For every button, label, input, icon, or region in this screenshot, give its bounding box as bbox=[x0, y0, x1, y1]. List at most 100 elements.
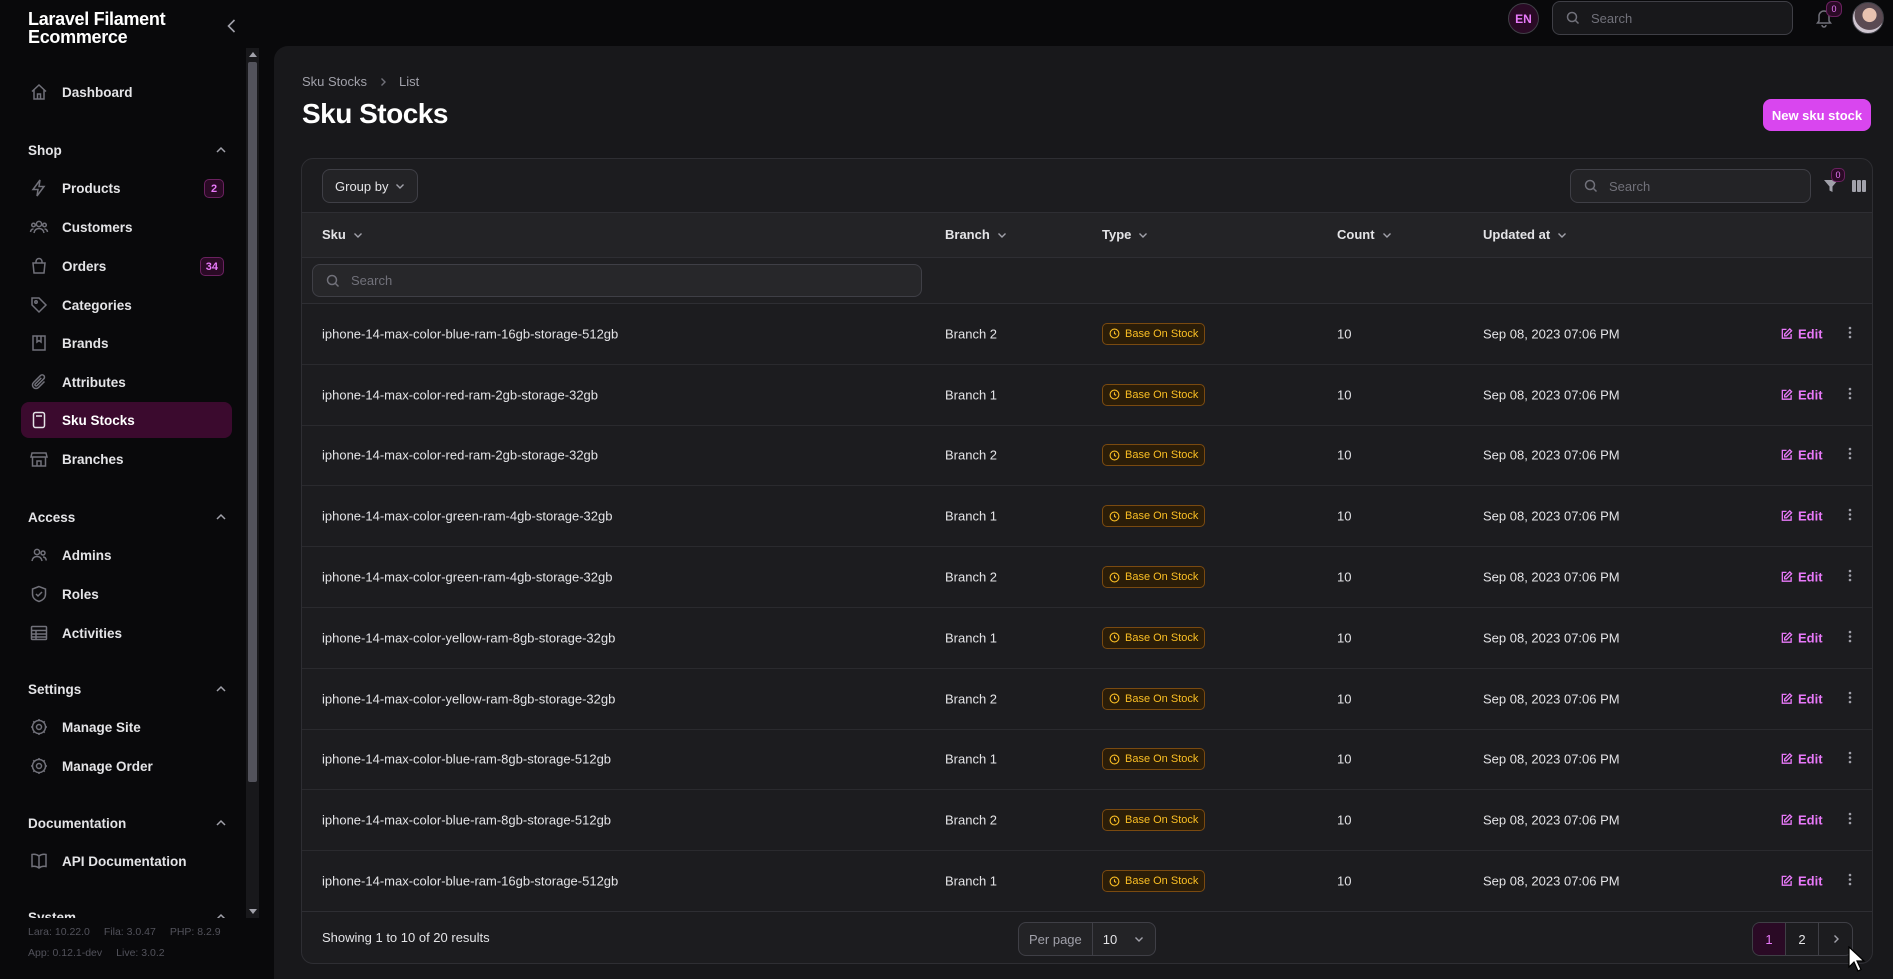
edit-label: Edit bbox=[1798, 508, 1823, 524]
edit-action[interactable]: Edit bbox=[1780, 448, 1823, 463]
nav-group-documentation[interactable]: Documentation bbox=[28, 816, 228, 831]
edit-link[interactable]: Edit bbox=[1780, 387, 1823, 402]
table-row[interactable]: iphone-14-max-color-yellow-ram-8gb-stora… bbox=[302, 608, 1872, 669]
edit-action[interactable]: Edit bbox=[1780, 509, 1823, 524]
per-page-select[interactable]: Per page 10 bbox=[1018, 922, 1156, 956]
language-switcher[interactable]: EN bbox=[1508, 3, 1539, 34]
breadcrumb-item-sku-stocks[interactable]: Sku Stocks bbox=[302, 74, 367, 89]
cell-branch: Branch 1 bbox=[945, 751, 998, 767]
table-row[interactable]: iphone-14-max-color-yellow-ram-8gb-stora… bbox=[302, 669, 1872, 730]
per-page-value[interactable]: 10 bbox=[1093, 932, 1155, 947]
edit-label: Edit bbox=[1798, 387, 1823, 403]
table-row[interactable]: iphone-14-max-color-red-ram-2gb-storage-… bbox=[302, 426, 1872, 487]
table-body: iphone-14-max-color-blue-ram-16gb-storag… bbox=[302, 304, 1872, 912]
edit-link[interactable]: Edit bbox=[1780, 874, 1823, 889]
scrollbar-thumb[interactable] bbox=[248, 62, 257, 782]
user-avatar[interactable] bbox=[1852, 2, 1884, 34]
chevron-down-icon bbox=[1134, 937, 1143, 942]
table-row[interactable]: iphone-14-max-color-blue-ram-8gb-storage… bbox=[302, 730, 1872, 791]
sidebar-item-categories[interactable]: Categories bbox=[21, 287, 232, 323]
edit-link[interactable]: Edit bbox=[1780, 326, 1823, 341]
sidebar-item-brands[interactable]: Brands bbox=[21, 325, 232, 361]
sidebar-item-branches[interactable]: Branches bbox=[21, 441, 232, 477]
cell-sku: iphone-14-max-color-red-ram-2gb-storage-… bbox=[322, 387, 599, 403]
sidebar-item-activities[interactable]: Activities bbox=[21, 615, 232, 651]
table-search[interactable] bbox=[1570, 169, 1811, 203]
edit-action[interactable]: Edit bbox=[1780, 326, 1823, 341]
table-header: Sku Branch Type Count Updated at bbox=[302, 213, 1872, 258]
table-row[interactable]: iphone-14-max-color-blue-ram-16gb-storag… bbox=[302, 304, 1872, 365]
nav-group-shop[interactable]: Shop bbox=[28, 143, 228, 158]
edit-link[interactable]: Edit bbox=[1780, 691, 1823, 706]
sidebar-item-orders[interactable]: Orders 34 bbox=[21, 248, 232, 284]
column-header-sku[interactable]: Sku bbox=[322, 227, 364, 242]
sidebar-scrollbar[interactable] bbox=[246, 48, 259, 918]
sidebar-item-manage-order[interactable]: Manage Order bbox=[21, 748, 232, 784]
edit-link[interactable]: Edit bbox=[1780, 813, 1823, 828]
nav-group-system[interactable]: System bbox=[28, 910, 228, 918]
row-actions-menu[interactable] bbox=[1842, 385, 1858, 404]
group-by-button[interactable]: Group by bbox=[322, 169, 418, 203]
columns-icon[interactable] bbox=[1850, 177, 1868, 195]
edit-action[interactable]: Edit bbox=[1780, 813, 1823, 828]
ellipsis-vertical-icon bbox=[1848, 752, 1852, 764]
collapse-sidebar-icon[interactable] bbox=[222, 16, 242, 36]
table-row[interactable]: iphone-14-max-color-green-ram-4gb-storag… bbox=[302, 486, 1872, 548]
sidebar-item-sku-stocks[interactable]: Sku Stocks bbox=[21, 402, 232, 438]
nav-group-access[interactable]: Access bbox=[28, 510, 228, 525]
table-row[interactable]: iphone-14-max-color-red-ram-2gb-storage-… bbox=[302, 365, 1872, 426]
edit-link[interactable]: Edit bbox=[1780, 570, 1823, 585]
ellipsis-vertical-icon bbox=[1848, 448, 1852, 460]
results-summary: Showing 1 to 10 of 20 results bbox=[322, 930, 490, 945]
sidebar-item-customers[interactable]: Customers bbox=[21, 209, 232, 245]
edit-link[interactable]: Edit bbox=[1780, 448, 1823, 463]
row-actions-menu[interactable] bbox=[1842, 628, 1858, 647]
sidebar-item-products[interactable]: Products 2 bbox=[21, 170, 232, 206]
sku-column-search[interactable] bbox=[312, 264, 922, 297]
edit-action[interactable]: Edit bbox=[1780, 691, 1823, 706]
page-button-2[interactable]: 2 bbox=[1786, 923, 1819, 955]
row-actions-menu[interactable] bbox=[1842, 568, 1858, 587]
sidebar-item-dashboard[interactable]: Dashboard bbox=[21, 74, 232, 110]
row-actions-menu[interactable] bbox=[1842, 446, 1858, 465]
edit-link[interactable]: Edit bbox=[1780, 630, 1823, 645]
row-actions-menu[interactable] bbox=[1842, 872, 1858, 891]
edit-action[interactable]: Edit bbox=[1780, 570, 1823, 585]
edit-link[interactable]: Edit bbox=[1780, 752, 1823, 767]
column-header-count[interactable]: Count bbox=[1337, 227, 1393, 242]
new-sku-stock-button[interactable]: New sku stock bbox=[1763, 99, 1871, 131]
nav-group-settings[interactable]: Settings bbox=[28, 682, 228, 697]
row-actions-menu[interactable] bbox=[1842, 750, 1858, 769]
table-row[interactable]: iphone-14-max-color-blue-ram-16gb-storag… bbox=[302, 851, 1872, 912]
sku-column-search-input[interactable] bbox=[351, 273, 828, 288]
page-button-1[interactable]: 1 bbox=[1753, 923, 1786, 955]
global-search[interactable] bbox=[1552, 1, 1793, 35]
row-actions-menu[interactable] bbox=[1842, 324, 1858, 343]
per-page-value-text: 10 bbox=[1102, 931, 1118, 947]
edit-link[interactable]: Edit bbox=[1780, 509, 1823, 524]
edit-action[interactable]: Edit bbox=[1780, 874, 1823, 889]
scroll-down-arrow[interactable] bbox=[249, 909, 257, 914]
sidebar-item-admins[interactable]: Admins bbox=[21, 537, 232, 573]
sidebar-item-manage-site[interactable]: Manage Site bbox=[21, 709, 232, 745]
nav-group-label: Access bbox=[28, 510, 76, 525]
column-header-branch[interactable]: Branch bbox=[945, 227, 1008, 242]
table-row[interactable]: iphone-14-max-color-green-ram-4gb-storag… bbox=[302, 547, 1872, 608]
sidebar-item-roles[interactable]: Roles bbox=[21, 576, 232, 612]
column-header-updated-at[interactable]: Updated at bbox=[1483, 227, 1568, 242]
edit-action[interactable]: Edit bbox=[1780, 752, 1823, 767]
table-row[interactable]: iphone-14-max-color-blue-ram-8gb-storage… bbox=[302, 790, 1872, 852]
column-header-type[interactable]: Type bbox=[1102, 227, 1149, 242]
row-actions-menu[interactable] bbox=[1842, 811, 1858, 830]
row-actions-menu[interactable] bbox=[1842, 689, 1858, 708]
row-actions-menu[interactable] bbox=[1842, 507, 1858, 526]
global-search-input[interactable] bbox=[1591, 10, 1773, 26]
scroll-up-arrow[interactable] bbox=[249, 52, 257, 57]
sidebar-item-api-documentation[interactable]: API Documentation bbox=[21, 843, 232, 879]
type-badge-label: Base On Stock bbox=[1125, 814, 1199, 827]
edit-action[interactable]: Edit bbox=[1780, 387, 1823, 402]
edit-action[interactable]: Edit bbox=[1780, 630, 1823, 645]
sidebar-item-attributes[interactable]: Attributes bbox=[21, 364, 232, 400]
table-search-input[interactable] bbox=[1609, 178, 1791, 194]
brand-logo[interactable]: Laravel Filament Ecommerce bbox=[28, 10, 166, 46]
